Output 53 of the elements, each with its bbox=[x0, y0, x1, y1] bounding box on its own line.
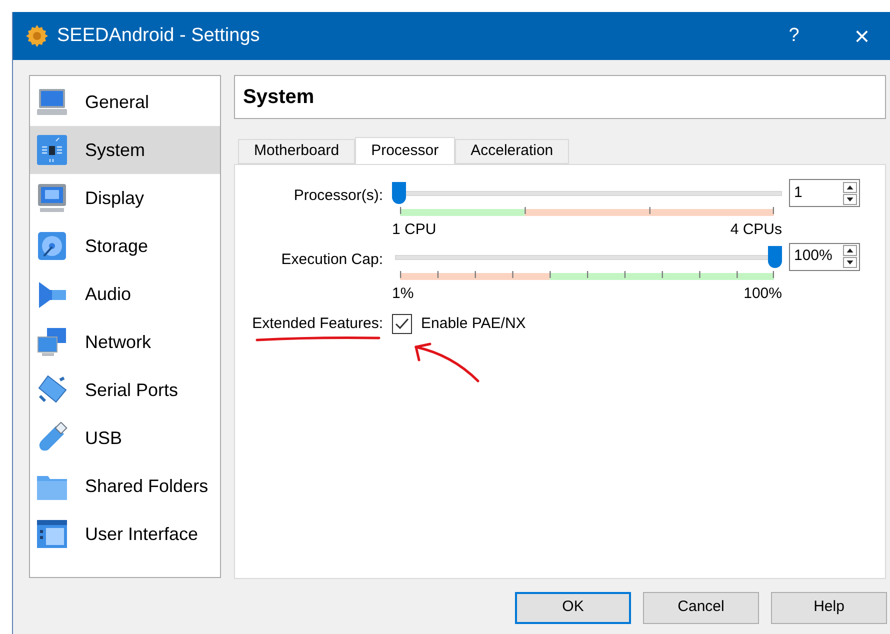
sidebar-item[interactable]: Network bbox=[30, 318, 220, 366]
chip-icon bbox=[36, 134, 68, 166]
tab[interactable]: Acceleration bbox=[454, 139, 570, 164]
sidebar-item[interactable]: Audio bbox=[30, 270, 220, 318]
slider-label: Processor(s): bbox=[292, 186, 384, 206]
monitor-icon bbox=[36, 182, 68, 214]
help-button[interactable]: ? bbox=[774, 22, 814, 50]
slider-thumb[interactable] bbox=[768, 246, 782, 268]
sidebar-item[interactable]: Storage bbox=[30, 222, 220, 270]
dialog-button[interactable]: Cancel bbox=[643, 592, 759, 624]
sidebar-label: USB bbox=[85, 426, 122, 450]
laptop-icon bbox=[36, 86, 68, 118]
tab[interactable]: Processor bbox=[355, 137, 455, 165]
close-button[interactable]: × bbox=[842, 23, 882, 49]
slider-label: Execution Cap: bbox=[280, 250, 384, 270]
spin-value: 100% bbox=[793, 246, 834, 266]
tab[interactable]: Motherboard bbox=[238, 139, 356, 164]
sidebar-label: Audio bbox=[85, 282, 132, 306]
checkbox-label: Enable PAE/NX bbox=[421, 314, 526, 334]
sidebar-item[interactable]: User Interface bbox=[30, 510, 220, 558]
sidebar-label: Shared Folders bbox=[85, 474, 208, 498]
sidebar-label: Storage bbox=[85, 234, 148, 258]
arrow-mark bbox=[412, 341, 482, 383]
page-title: System bbox=[243, 85, 314, 110]
dialog-button[interactable]: OK bbox=[515, 592, 631, 624]
spin-box[interactable]: 100% bbox=[789, 242, 860, 270]
sidebar-label: General bbox=[85, 90, 150, 114]
sidebar-label: Display bbox=[85, 186, 144, 210]
min-label: 1% bbox=[392, 284, 414, 304]
network-icon bbox=[36, 326, 68, 358]
sidebar-label: Network bbox=[85, 330, 152, 354]
check-icon bbox=[395, 318, 409, 330]
sidebar-item[interactable]: Serial Ports bbox=[30, 366, 220, 414]
extended-features-label: Extended Features: bbox=[251, 314, 384, 334]
dialog-button[interactable]: Help bbox=[771, 592, 887, 624]
spin-box[interactable]: 1 bbox=[789, 179, 860, 207]
checkbox[interactable] bbox=[392, 314, 412, 334]
sidebar-item[interactable]: Shared Folders bbox=[30, 462, 220, 510]
max-label: 4 CPUs bbox=[730, 220, 782, 240]
sidebar-item[interactable]: System bbox=[30, 126, 220, 174]
spin-value: 1 bbox=[793, 182, 804, 203]
window-icon bbox=[36, 518, 68, 550]
min-label: 1 CPU bbox=[392, 220, 436, 240]
sidebar-item[interactable]: General bbox=[30, 78, 220, 126]
slider-thumb[interactable] bbox=[392, 182, 406, 204]
sidebar-item[interactable]: USB bbox=[30, 414, 220, 462]
sidebar-label: Serial Ports bbox=[85, 378, 178, 402]
sidebar-label: User Interface bbox=[85, 522, 198, 546]
max-label: 100% bbox=[744, 284, 782, 304]
sidebar-item[interactable]: Display bbox=[30, 174, 220, 222]
gear-icon bbox=[25, 24, 49, 48]
window-title: SEEDAndroid - Settings bbox=[57, 24, 260, 48]
sidebar-label: System bbox=[85, 138, 146, 162]
